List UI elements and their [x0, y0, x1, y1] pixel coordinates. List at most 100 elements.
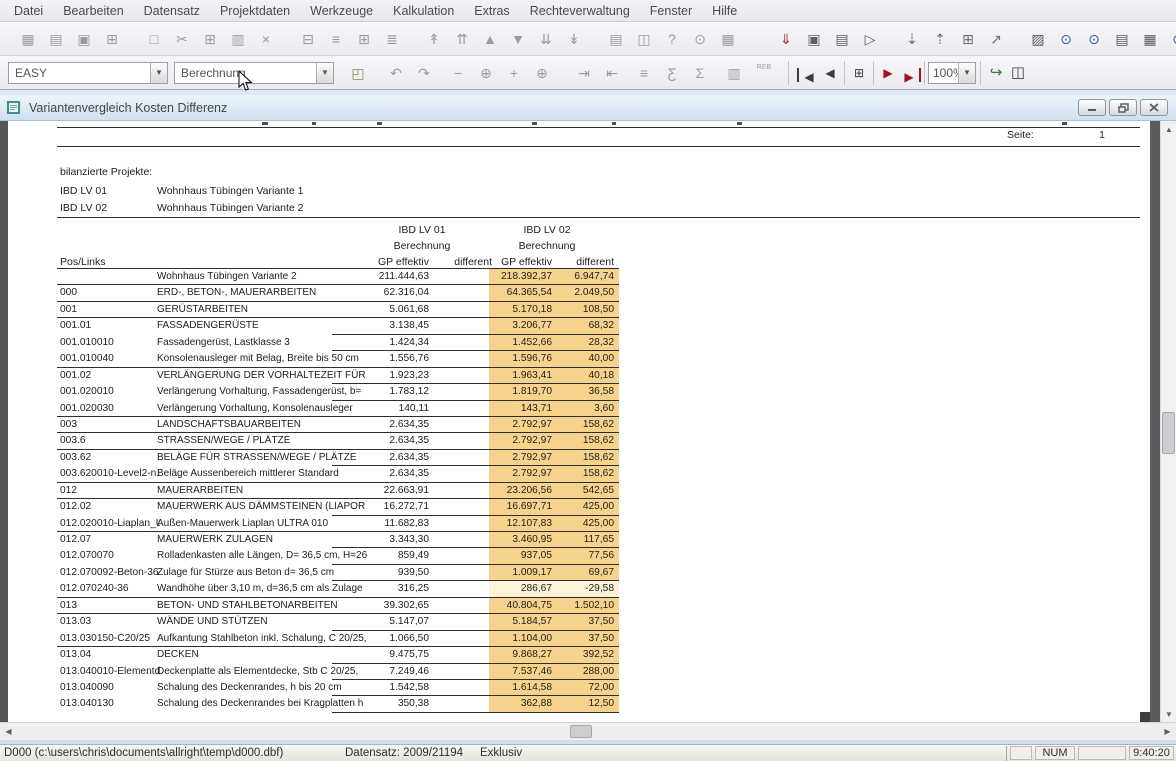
menu-projektdaten[interactable]: Projektdaten — [210, 2, 300, 20]
scroll-right-icon[interactable]: ▶ — [1160, 724, 1175, 739]
status-bar: D000 (c:\users\chris\documents\allright\… — [0, 744, 1176, 761]
sum-filter-icon[interactable]: Ƹ — [662, 63, 682, 83]
menu-fenster[interactable]: Fenster — [640, 2, 702, 20]
project-id: IBD LV 01 — [60, 185, 107, 197]
search-icon[interactable]: ⊙ — [690, 29, 710, 49]
profile-combobox[interactable]: EASY ▼ — [8, 62, 168, 84]
menu-bar: DateiBearbeitenDatensatzProjektdatenWerk… — [0, 0, 1176, 22]
prev-record-icon[interactable]: ◀ — [819, 62, 841, 84]
close-button[interactable] — [1140, 99, 1168, 116]
new-document-icon[interactable]: □ — [144, 29, 164, 49]
chevron-down-icon[interactable]: ▼ — [958, 63, 975, 83]
project-id: IBD LV 02 — [60, 202, 107, 214]
scroll-left-icon[interactable]: ◀ — [1, 724, 16, 739]
cut-icon[interactable]: ✂ — [172, 29, 192, 49]
paste-icon[interactable]: ▥ — [228, 29, 248, 49]
zoom-combobox-value: 100% — [929, 66, 958, 80]
last-record-icon[interactable]: ▶ — [899, 68, 921, 82]
column-gp-header: GP effektiv — [329, 256, 429, 268]
tree-expand-icon[interactable]: ⊞ — [354, 29, 374, 49]
form-view-icon[interactable]: ▤ — [46, 29, 66, 49]
highlight-cell: 23.206,56542,65 — [489, 483, 619, 499]
db-search-2-icon[interactable]: ⊙ — [1084, 29, 1104, 49]
page-preview-icon[interactable]: ▤ — [606, 29, 626, 49]
menu-hilfe[interactable]: Hilfe — [702, 2, 747, 20]
move-pagedown-icon[interactable]: ⇊ — [536, 29, 556, 49]
menu-kalkulation[interactable]: Kalkulation — [383, 2, 464, 20]
menu-datensatz[interactable]: Datensatz — [134, 2, 210, 20]
copy-icon[interactable]: ⊞ — [200, 29, 220, 49]
image-view-icon[interactable]: ▣ — [74, 29, 94, 49]
report-row: 001.02VERLÄNGERUNG DER VORHALTEZEIT FÜR1… — [57, 368, 619, 384]
chevron-down-icon[interactable]: ▼ — [316, 63, 333, 83]
copy-pages-icon[interactable]: ⊞ — [848, 62, 870, 84]
list-icon[interactable]: ≡ — [634, 63, 654, 83]
table-icon[interactable]: ▦ — [718, 29, 738, 49]
chevron-down-icon[interactable]: ▼ — [150, 63, 167, 83]
catalog-view-icon[interactable]: ⊞ — [102, 29, 122, 49]
move-top-icon[interactable]: ↟ — [424, 29, 444, 49]
insert-position-icon[interactable]: ⊕ — [476, 63, 496, 83]
print-page-icon[interactable]: ◫ — [1007, 62, 1029, 84]
exit-icon[interactable]: ↪ — [985, 62, 1007, 84]
zoom-combobox[interactable]: 100% ▼ — [928, 62, 976, 84]
tree-levels-icon[interactable]: ≣ — [382, 29, 402, 49]
merge-up-icon[interactable]: ⇡ — [930, 29, 950, 49]
import-record-icon[interactable]: ⇓ — [776, 29, 796, 49]
open-icon[interactable]: ◰ — [348, 63, 368, 83]
scroll-down-icon[interactable]: ▼ — [1161, 706, 1176, 722]
next-record-icon[interactable]: ▶ — [877, 62, 899, 84]
scroll-up-icon[interactable]: ▲ — [1161, 121, 1176, 137]
add-position-icon[interactable]: + — [504, 63, 524, 83]
menu-datei[interactable]: Datei — [4, 2, 53, 20]
pin-icon[interactable]: ↗ — [986, 29, 1006, 49]
indent-out-icon[interactable]: ⇤ — [602, 63, 622, 83]
tree-outline-icon[interactable]: ≡ — [326, 29, 346, 49]
minimize-button[interactable] — [1078, 99, 1106, 116]
highlight-cell: 16.697,71425,00 — [489, 499, 619, 515]
clipped-text-fragment — [262, 122, 268, 125]
tree-collapse-icon[interactable]: ⊟ — [298, 29, 318, 49]
redo-icon[interactable]: ↷ — [414, 63, 434, 83]
indent-in-icon[interactable]: ⇥ — [574, 63, 594, 83]
stack-icon[interactable]: ▣ — [804, 29, 824, 49]
db-doc-icon[interactable]: ▤ — [1112, 29, 1132, 49]
edit-record-icon[interactable]: ▤ — [832, 29, 852, 49]
stats-icon[interactable]: ▥ — [724, 63, 744, 83]
restore-button[interactable] — [1109, 99, 1137, 116]
remove-position-icon[interactable]: − — [448, 63, 468, 83]
page-label: Seite: — [1007, 129, 1034, 141]
db-search-3-icon[interactable]: ⊙ — [1168, 29, 1176, 49]
chart-view-icon[interactable]: ▦ — [18, 29, 38, 49]
first-record-icon[interactable]: ◀ — [797, 68, 819, 82]
menu-bearbeiten[interactable]: Bearbeiten — [53, 2, 133, 20]
move-up-icon[interactable]: ▲ — [480, 29, 500, 49]
help-icon[interactable]: ? — [662, 29, 682, 49]
menu-werkzeuge[interactable]: Werkzeuge — [300, 2, 383, 20]
report-row: Wohnhaus Tübingen Variante 2211.444,6321… — [57, 269, 619, 285]
merge-down-icon[interactable]: ⇣ — [902, 29, 922, 49]
move-down-icon[interactable]: ▼ — [508, 29, 528, 49]
horizontal-scrollbar[interactable]: ◀ ▶ — [0, 722, 1176, 740]
vertical-scrollbar-thumb[interactable] — [1162, 412, 1175, 454]
vertical-scrollbar[interactable]: ▲ ▼ — [1160, 121, 1176, 722]
sum-icon[interactable]: Σ — [690, 63, 710, 83]
print-icon[interactable]: ◫ — [634, 29, 654, 49]
send-record-icon[interactable]: ▷ — [860, 29, 880, 49]
delete-icon[interactable]: × — [256, 29, 276, 49]
db-table-icon[interactable]: ▦ — [1140, 29, 1160, 49]
undo-icon[interactable]: ↶ — [386, 63, 406, 83]
db-search-icon[interactable]: ⊙ — [1056, 29, 1076, 49]
move-pageup-icon[interactable]: ⇈ — [452, 29, 472, 49]
menu-extras[interactable]: Extras — [464, 2, 519, 20]
status-divider — [1006, 746, 1007, 761]
db-edit-icon[interactable]: ▨ — [1028, 29, 1048, 49]
reb-icon[interactable]: REB — [752, 63, 776, 83]
view-combobox[interactable]: Berechnung ▼ — [174, 62, 334, 84]
move-bottom-icon[interactable]: ↡ — [564, 29, 584, 49]
add-subposition-icon[interactable]: ⊕ — [532, 63, 552, 83]
mouse-cursor — [238, 70, 253, 92]
menu-rechteverwaltung[interactable]: Rechteverwaltung — [520, 2, 640, 20]
grid-icon[interactable]: ⊞ — [958, 29, 978, 49]
horizontal-scrollbar-thumb[interactable] — [570, 725, 592, 738]
